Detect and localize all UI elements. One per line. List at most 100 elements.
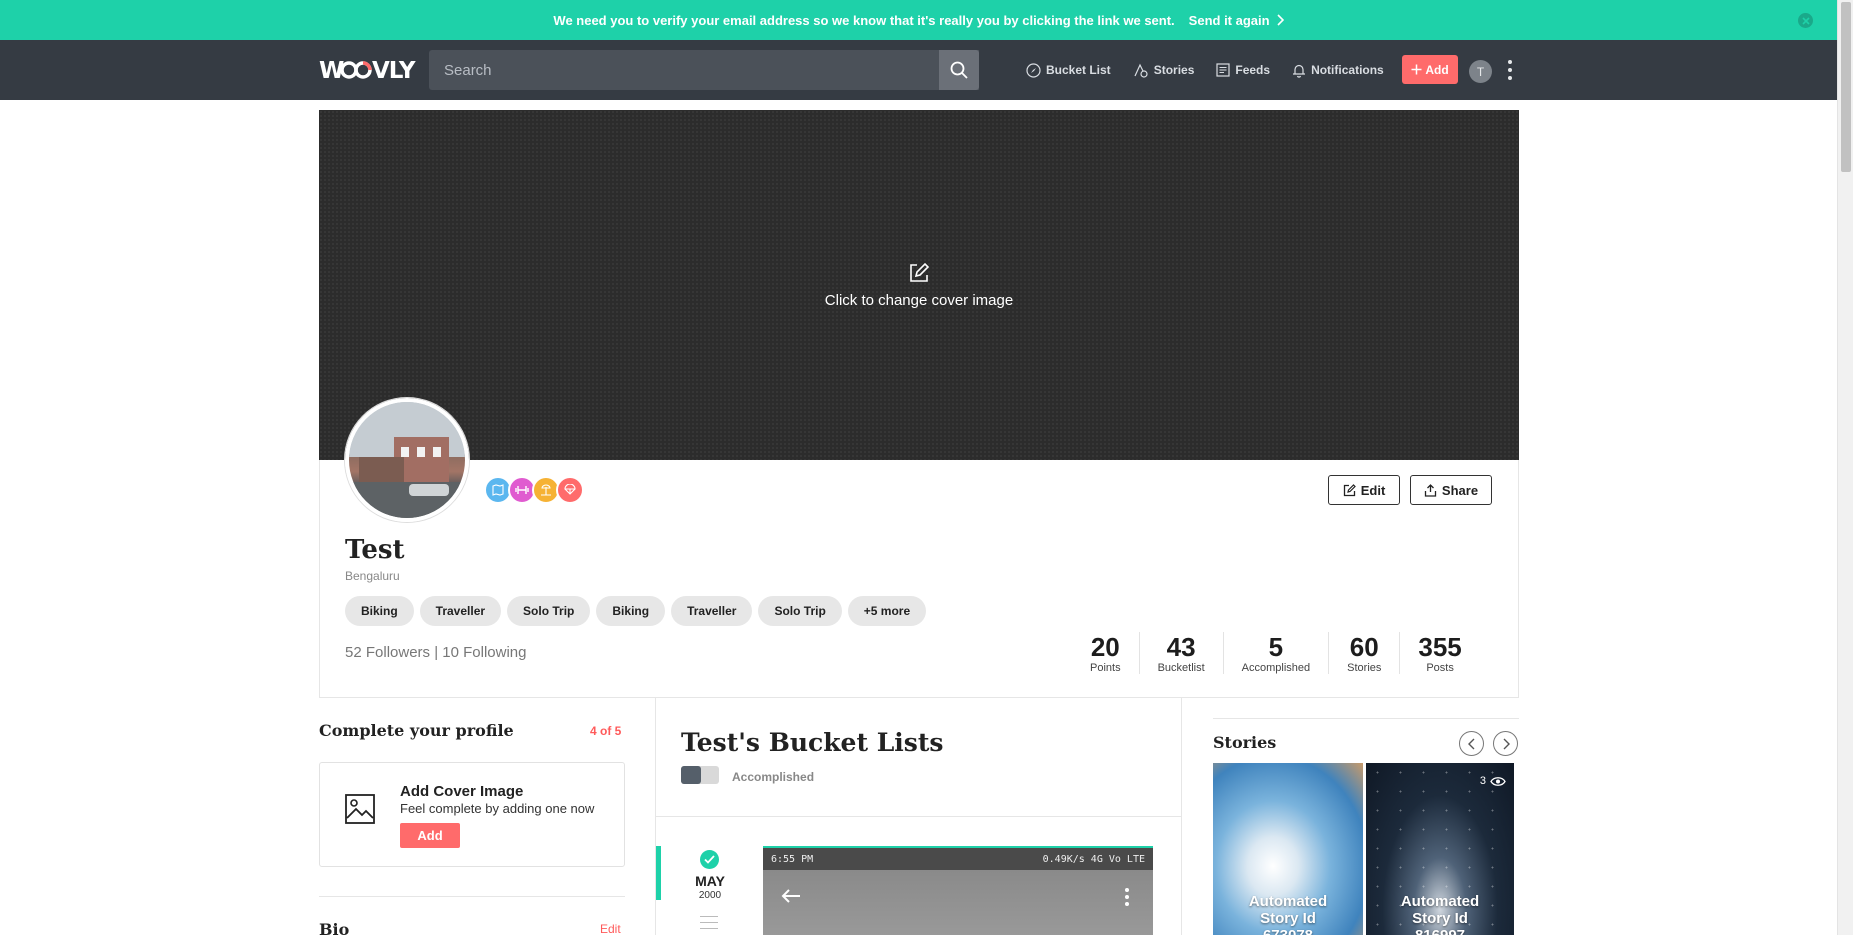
woovly-logo[interactable]: W VLY: [319, 57, 419, 83]
stat-label: Posts: [1426, 662, 1454, 674]
nav-bucket-list-label: Bucket List: [1046, 63, 1111, 77]
nav-bucket-list[interactable]: Bucket List: [1026, 62, 1111, 78]
add-cover-subtitle: Feel complete by adding one now: [400, 801, 595, 816]
compass-icon: [1026, 62, 1041, 78]
svg-text:VLY: VLY: [372, 58, 416, 83]
profile-location: Bengaluru: [345, 569, 400, 583]
accomplished-label: Accomplished: [732, 770, 815, 784]
divider: [319, 896, 625, 897]
story-caption: Automated Story Id 673078: [1248, 893, 1328, 935]
edit-icon: [1343, 483, 1356, 496]
share-icon: [1424, 483, 1437, 497]
stories-next-button[interactable]: [1493, 731, 1518, 756]
nav-notifications[interactable]: Notifications: [1292, 63, 1384, 78]
nav-notifications-label: Notifications: [1311, 63, 1384, 77]
story-views: 3: [1480, 775, 1506, 787]
logo-mark: W VLY: [319, 58, 417, 83]
stat-stories[interactable]: 60 Stories: [1328, 632, 1399, 674]
image-icon: [345, 794, 375, 824]
add-button[interactable]: Add: [1402, 55, 1458, 84]
stories-icon: [1134, 63, 1148, 78]
phone-status: 0.49K/s 4G Vo LTE: [1042, 853, 1145, 865]
edit-profile-button[interactable]: Edit: [1328, 475, 1400, 505]
timeline-indicator: [656, 846, 661, 900]
stat-label: Accomplished: [1241, 662, 1311, 674]
phone-status-bar: 6:55 PM 0.49K/s 4G Vo LTE: [763, 848, 1153, 870]
complete-profile-title: Complete your profile: [319, 721, 514, 740]
interest-tag[interactable]: Biking: [345, 596, 414, 626]
stat-label: Bucketlist: [1157, 662, 1205, 674]
stat-value: 5: [1268, 632, 1284, 662]
interest-tag[interactable]: Solo Trip: [758, 596, 842, 626]
nav-feeds[interactable]: Feeds: [1216, 63, 1270, 77]
check-icon: [700, 850, 719, 869]
edit-profile-label: Edit: [1360, 482, 1386, 498]
banner-close-button[interactable]: [1798, 13, 1813, 28]
menu-lines-icon: [700, 916, 718, 934]
page-scrollbar[interactable]: [1837, 0, 1853, 935]
divider: [656, 816, 1181, 817]
interest-tags: Biking Traveller Solo Trip Biking Travel…: [345, 596, 927, 626]
edit-icon: [910, 262, 930, 282]
stat-points[interactable]: 20 Points: [1090, 632, 1139, 674]
more-tags-button[interactable]: +5 more: [847, 596, 927, 626]
bio-title: Bio: [319, 920, 350, 935]
share-profile-button[interactable]: Share: [1410, 475, 1492, 505]
stat-value: 60: [1349, 632, 1379, 662]
plus-icon: [1411, 64, 1422, 75]
story-card[interactable]: 3 Automated Story Id 816997: [1366, 763, 1514, 935]
banner-message: We need you to verify your email address…: [553, 12, 1175, 28]
stat-bucketlist[interactable]: 43 Bucketlist: [1138, 632, 1223, 674]
chevron-right-icon: [1277, 14, 1284, 26]
stat-accomplished[interactable]: 5 Accomplished: [1222, 632, 1328, 674]
more-menu-icon[interactable]: [1507, 60, 1513, 80]
profile-stats: 20 Points 43 Bucketlist 5 Accomplished 6…: [1090, 632, 1480, 674]
close-icon: [1801, 16, 1810, 25]
nav-feeds-label: Feeds: [1235, 63, 1271, 77]
stat-value: 43: [1166, 632, 1196, 662]
interest-tag[interactable]: Biking: [596, 596, 666, 626]
parachute-icon[interactable]: [556, 476, 584, 504]
nav-stories[interactable]: Stories: [1133, 63, 1194, 78]
bell-icon: [1293, 64, 1306, 78]
timeline-month: MAY: [695, 873, 725, 889]
svg-text:W: W: [319, 58, 344, 83]
verify-email-banner: We need you to verify your email address…: [0, 0, 1837, 40]
feeds-icon: [1216, 63, 1230, 77]
stat-label: Points: [1090, 662, 1121, 674]
interest-tag[interactable]: Solo Trip: [507, 596, 591, 626]
story-card[interactable]: Automated Story Id 673078: [1213, 763, 1363, 935]
search-box: [429, 50, 979, 90]
stat-value: 355: [1418, 632, 1462, 662]
send-again-label: Send it again: [1188, 12, 1270, 28]
views-count: 3: [1479, 775, 1486, 787]
more-vertical-icon: [1125, 888, 1129, 906]
achievement-badges: [484, 476, 584, 504]
add-cover-button[interactable]: Add: [400, 823, 460, 848]
stat-posts[interactable]: 355 Posts: [1399, 632, 1479, 674]
stories-prev-button[interactable]: [1459, 731, 1484, 756]
chevron-left-icon: [1467, 738, 1474, 749]
user-avatar[interactable]: T: [1469, 60, 1492, 83]
interest-tag[interactable]: Traveller: [671, 596, 753, 626]
profile-avatar[interactable]: [345, 398, 469, 522]
change-cover-label: Click to change cover image: [824, 291, 1014, 309]
bucket-list-title: Test's Bucket Lists: [681, 728, 944, 757]
search-button[interactable]: [939, 50, 979, 90]
eye-icon: [1490, 776, 1506, 786]
bio-edit-link[interactable]: Edit: [600, 922, 621, 935]
accomplished-toggle[interactable]: [681, 766, 719, 784]
send-again-link[interactable]: Send it again: [1189, 13, 1284, 28]
interest-tag[interactable]: Traveller: [419, 596, 502, 626]
cover-image-area[interactable]: Click to change cover image: [319, 110, 1519, 460]
stat-value: 20: [1090, 632, 1120, 662]
main-nav: Bucket List Stories Feeds Notifications: [1026, 40, 1384, 100]
user-avatar-initial: T: [1476, 64, 1485, 79]
search-input[interactable]: [444, 61, 979, 79]
add-cover-card: Add Cover Image Feel complete by adding …: [319, 762, 625, 867]
bucket-list-panel: Test's Bucket Lists Accomplished MAY 200…: [655, 698, 1182, 935]
followers-following[interactable]: 52 Followers | 10 Following: [345, 644, 526, 661]
divider: [1213, 718, 1519, 719]
bucket-item-image[interactable]: 6:55 PM 0.49K/s 4G Vo LTE: [763, 846, 1153, 935]
complete-profile-progress: 4 of 5: [590, 724, 622, 738]
